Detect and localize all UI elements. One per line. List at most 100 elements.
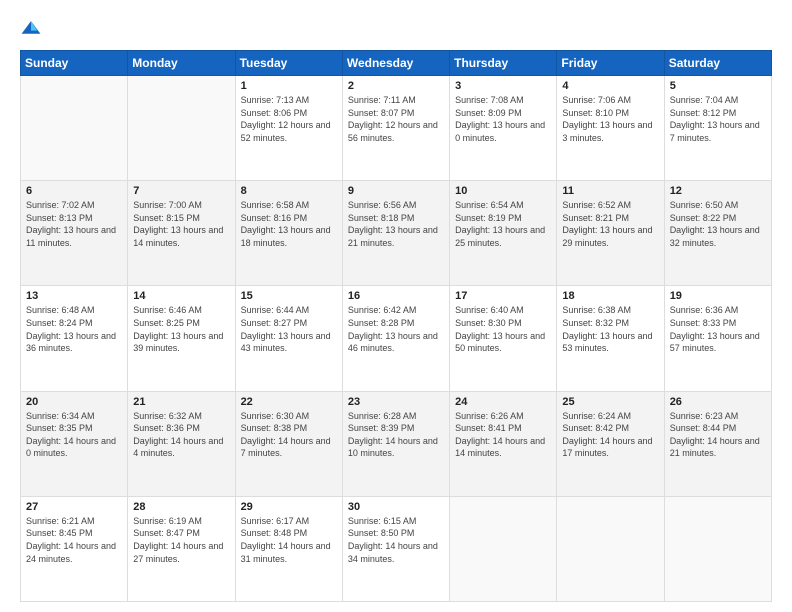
calendar-cell: 28 Sunrise: 6:19 AM Sunset: 8:47 PM Dayli… [128, 496, 235, 601]
day-number: 4 [562, 80, 658, 92]
calendar-cell: 30 Sunrise: 6:15 AM Sunset: 8:50 PM Dayli… [342, 496, 449, 601]
day-info: Sunrise: 7:04 AM Sunset: 8:12 PM Dayligh… [670, 94, 766, 144]
day-number: 17 [455, 290, 551, 302]
day-info: Sunrise: 6:48 AM Sunset: 8:24 PM Dayligh… [26, 304, 122, 354]
day-number: 20 [26, 396, 122, 408]
day-number: 9 [348, 185, 444, 197]
day-number: 14 [133, 290, 229, 302]
day-info: Sunrise: 7:11 AM Sunset: 8:07 PM Dayligh… [348, 94, 444, 144]
day-number: 2 [348, 80, 444, 92]
calendar-cell: 19 Sunrise: 6:36 AM Sunset: 8:33 PM Dayli… [664, 286, 771, 391]
calendar-cell: 18 Sunrise: 6:38 AM Sunset: 8:32 PM Dayli… [557, 286, 664, 391]
calendar-cell: 7Sunrise: 7:00 AM Sunset: 8:15 PM Daylig… [128, 181, 235, 286]
day-number: 22 [241, 396, 337, 408]
calendar-table: SundayMondayTuesdayWednesdayThursdayFrid… [20, 50, 772, 602]
day-info: Sunrise: 6:19 AM Sunset: 8:47 PM Dayligh… [133, 515, 229, 565]
day-number: 25 [562, 396, 658, 408]
calendar-cell: 25Sunrise: 6:24 AM Sunset: 8:42 PM Dayli… [557, 391, 664, 496]
calendar-cell: 15Sunrise: 6:44 AM Sunset: 8:27 PM Dayli… [235, 286, 342, 391]
day-info: Sunrise: 6:34 AM Sunset: 8:35 PM Dayligh… [26, 410, 122, 460]
day-info: Sunrise: 6:40 AM Sunset: 8:30 PM Dayligh… [455, 304, 551, 354]
calendar-cell: 23Sunrise: 6:28 AM Sunset: 8:39 PM Dayli… [342, 391, 449, 496]
day-info: Sunrise: 6:21 AM Sunset: 8:45 PM Dayligh… [26, 515, 122, 565]
calendar-cell: 13 Sunrise: 6:48 AM Sunset: 8:24 PM Dayli… [21, 286, 128, 391]
day-number: 27 [26, 501, 122, 513]
day-number: 11 [562, 185, 658, 197]
day-info: Sunrise: 6:15 AM Sunset: 8:50 PM Dayligh… [348, 515, 444, 565]
day-number: 10 [455, 185, 551, 197]
header [20, 18, 772, 40]
day-info: Sunrise: 7:00 AM Sunset: 8:15 PM Dayligh… [133, 199, 229, 249]
calendar-cell: 14 Sunrise: 6:46 AM Sunset: 8:25 PM Dayli… [128, 286, 235, 391]
week-row-5: 27 Sunrise: 6:21 AM Sunset: 8:45 PM Dayli… [21, 496, 772, 601]
calendar-cell: 12 Sunrise: 6:50 AM Sunset: 8:22 PM Dayli… [664, 181, 771, 286]
day-number: 12 [670, 185, 766, 197]
week-row-4: 20 Sunrise: 6:34 AM Sunset: 8:35 PM Dayli… [21, 391, 772, 496]
day-info: Sunrise: 6:46 AM Sunset: 8:25 PM Dayligh… [133, 304, 229, 354]
week-row-3: 13 Sunrise: 6:48 AM Sunset: 8:24 PM Dayli… [21, 286, 772, 391]
day-number: 3 [455, 80, 551, 92]
day-number: 8 [241, 185, 337, 197]
day-number: 28 [133, 501, 229, 513]
day-number: 19 [670, 290, 766, 302]
day-number: 29 [241, 501, 337, 513]
day-number: 16 [348, 290, 444, 302]
page: SundayMondayTuesdayWednesdayThursdayFrid… [0, 0, 792, 612]
day-number: 24 [455, 396, 551, 408]
calendar-cell: 5 Sunrise: 7:04 AM Sunset: 8:12 PM Daylig… [664, 76, 771, 181]
calendar-cell: 9 Sunrise: 6:56 AM Sunset: 8:18 PM Daylig… [342, 181, 449, 286]
day-info: Sunrise: 6:44 AM Sunset: 8:27 PM Dayligh… [241, 304, 337, 354]
day-number: 26 [670, 396, 766, 408]
weekday-tuesday: Tuesday [235, 51, 342, 76]
day-info: Sunrise: 6:26 AM Sunset: 8:41 PM Dayligh… [455, 410, 551, 460]
day-info: Sunrise: 6:23 AM Sunset: 8:44 PM Dayligh… [670, 410, 766, 460]
day-info: Sunrise: 6:58 AM Sunset: 8:16 PM Dayligh… [241, 199, 337, 249]
calendar-cell: 26 Sunrise: 6:23 AM Sunset: 8:44 PM Dayli… [664, 391, 771, 496]
day-number: 1 [241, 80, 337, 92]
week-row-2: 6Sunrise: 7:02 AM Sunset: 8:13 PM Daylig… [21, 181, 772, 286]
day-number: 18 [562, 290, 658, 302]
calendar-cell: 24 Sunrise: 6:26 AM Sunset: 8:41 PM Dayli… [450, 391, 557, 496]
calendar-cell [450, 496, 557, 601]
day-info: Sunrise: 6:38 AM Sunset: 8:32 PM Dayligh… [562, 304, 658, 354]
weekday-monday: Monday [128, 51, 235, 76]
day-info: Sunrise: 6:52 AM Sunset: 8:21 PM Dayligh… [562, 199, 658, 249]
calendar-cell [21, 76, 128, 181]
weekday-wednesday: Wednesday [342, 51, 449, 76]
calendar-cell: 20 Sunrise: 6:34 AM Sunset: 8:35 PM Dayli… [21, 391, 128, 496]
calendar-cell: 3Sunrise: 7:08 AM Sunset: 8:09 PM Daylig… [450, 76, 557, 181]
day-info: Sunrise: 7:02 AM Sunset: 8:13 PM Dayligh… [26, 199, 122, 249]
day-info: Sunrise: 6:30 AM Sunset: 8:38 PM Dayligh… [241, 410, 337, 460]
day-number: 30 [348, 501, 444, 513]
calendar-cell: 16 Sunrise: 6:42 AM Sunset: 8:28 PM Dayli… [342, 286, 449, 391]
day-number: 13 [26, 290, 122, 302]
calendar-cell: 22 Sunrise: 6:30 AM Sunset: 8:38 PM Dayli… [235, 391, 342, 496]
day-info: Sunrise: 6:56 AM Sunset: 8:18 PM Dayligh… [348, 199, 444, 249]
calendar-cell: 8 Sunrise: 6:58 AM Sunset: 8:16 PM Daylig… [235, 181, 342, 286]
logo [20, 18, 46, 40]
calendar-cell [557, 496, 664, 601]
calendar-cell: 4Sunrise: 7:06 AM Sunset: 8:10 PM Daylig… [557, 76, 664, 181]
calendar-cell: 1Sunrise: 7:13 AM Sunset: 8:06 PM Daylig… [235, 76, 342, 181]
weekday-saturday: Saturday [664, 51, 771, 76]
day-info: Sunrise: 6:36 AM Sunset: 8:33 PM Dayligh… [670, 304, 766, 354]
calendar-cell: 11 Sunrise: 6:52 AM Sunset: 8:21 PM Dayli… [557, 181, 664, 286]
day-info: Sunrise: 6:17 AM Sunset: 8:48 PM Dayligh… [241, 515, 337, 565]
day-number: 5 [670, 80, 766, 92]
weekday-header-row: SundayMondayTuesdayWednesdayThursdayFrid… [21, 51, 772, 76]
calendar-cell: 21 Sunrise: 6:32 AM Sunset: 8:36 PM Dayli… [128, 391, 235, 496]
day-info: Sunrise: 6:28 AM Sunset: 8:39 PM Dayligh… [348, 410, 444, 460]
calendar-cell: 10Sunrise: 6:54 AM Sunset: 8:19 PM Dayli… [450, 181, 557, 286]
day-number: 21 [133, 396, 229, 408]
logo-icon [20, 18, 42, 40]
day-info: Sunrise: 6:32 AM Sunset: 8:36 PM Dayligh… [133, 410, 229, 460]
calendar-cell: 29 Sunrise: 6:17 AM Sunset: 8:48 PM Dayli… [235, 496, 342, 601]
day-info: Sunrise: 6:42 AM Sunset: 8:28 PM Dayligh… [348, 304, 444, 354]
calendar-cell [128, 76, 235, 181]
calendar-cell [664, 496, 771, 601]
day-info: Sunrise: 6:50 AM Sunset: 8:22 PM Dayligh… [670, 199, 766, 249]
weekday-friday: Friday [557, 51, 664, 76]
weekday-sunday: Sunday [21, 51, 128, 76]
calendar-cell: 6Sunrise: 7:02 AM Sunset: 8:13 PM Daylig… [21, 181, 128, 286]
calendar-cell: 2 Sunrise: 7:11 AM Sunset: 8:07 PM Daylig… [342, 76, 449, 181]
